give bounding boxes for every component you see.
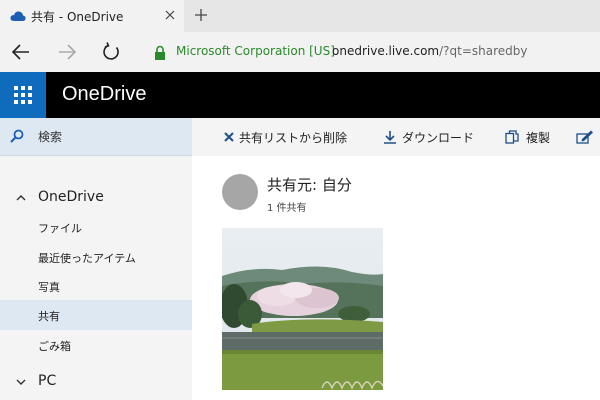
search-box[interactable]: 検索 <box>0 118 192 156</box>
sidebar-item-label: 共有 <box>38 310 60 323</box>
nav-section-pc[interactable]: PC <box>0 368 192 396</box>
download-label: ダウンロード <box>402 131 475 145</box>
nav-section-label: OneDrive <box>38 189 104 205</box>
app-launcher-button[interactable] <box>0 72 46 118</box>
browser-tab[interactable]: 共有 - OneDrive <box>0 0 184 32</box>
onedrive-cloud-icon <box>10 11 26 21</box>
download-icon <box>384 131 396 144</box>
waffle-icon <box>14 86 32 104</box>
forward-icon[interactable] <box>56 41 78 63</box>
refresh-icon[interactable] <box>100 41 122 63</box>
shared-photo-thumbnail[interactable] <box>222 228 383 390</box>
back-icon[interactable] <box>10 41 32 63</box>
search-label: 検索 <box>38 130 63 144</box>
tab-title: 共有 - OneDrive <box>31 10 124 24</box>
browser-tab-strip: 共有 - OneDrive <box>0 0 600 32</box>
search-icon <box>10 129 24 143</box>
sidebar-item-label: 写真 <box>38 281 60 294</box>
url-host: onedrive.live.com <box>332 44 440 58</box>
chevron-up-icon <box>16 195 26 201</box>
sidebar-item-recent[interactable]: 最近使ったアイテム <box>0 242 192 272</box>
url-field[interactable]: Microsoft Corporation [US] onedrive.live… <box>140 38 600 66</box>
command-bar: 共有リストから削除 ダウンロード 複製 <box>192 118 600 156</box>
copy-label: 複製 <box>526 131 551 145</box>
download-button[interactable]: ダウンロード <box>377 118 487 156</box>
address-bar: Microsoft Corporation [US] onedrive.live… <box>0 32 600 72</box>
copy-button[interactable]: 複製 <box>499 118 559 156</box>
shared-count: 1 件共有 <box>267 203 307 214</box>
main-content: 共有元: 自分 1 件共有 <box>192 156 600 400</box>
shared-by-heading: 共有元: 自分 <box>267 176 352 194</box>
sidebar-item-recycle-bin[interactable]: ごみ箱 <box>0 330 192 360</box>
sidebar-item-photos[interactable]: 写真 <box>0 271 192 301</box>
url-path: /?qt=sharedby <box>439 44 528 58</box>
avatar[interactable] <box>222 174 258 210</box>
nav-section-onedrive[interactable]: OneDrive <box>0 184 192 212</box>
sidebar-item-files[interactable]: ファイル <box>0 212 192 242</box>
url-text: onedrive.live.com/?qt=sharedby <box>332 44 528 58</box>
remove-label: 共有リストから削除 <box>239 131 348 145</box>
sidebar-item-label: ファイル <box>38 222 82 235</box>
edit-icon <box>576 130 593 144</box>
chevron-down-icon <box>16 379 26 385</box>
photo-image <box>222 228 383 390</box>
sidebar-item-shared[interactable]: 共有 <box>0 300 192 330</box>
new-tab-icon[interactable] <box>193 7 209 23</box>
close-icon <box>224 132 234 142</box>
lock-icon <box>155 45 165 60</box>
sidebar-item-label: 最近使ったアイテム <box>38 252 136 265</box>
close-tab-icon[interactable] <box>163 8 177 22</box>
copy-icon <box>505 130 519 144</box>
left-navigation: 検索 OneDrive ファイル 最近使ったアイテム 写真 共有 ごみ箱 PC <box>0 118 192 400</box>
remove-from-shared-button[interactable]: 共有リストから削除 <box>216 118 366 156</box>
sidebar-item-label: ごみ箱 <box>38 340 71 353</box>
edit-button[interactable] <box>572 118 600 156</box>
nav-section-label: PC <box>38 373 57 389</box>
certificate-name[interactable]: Microsoft Corporation [US] <box>176 44 335 58</box>
app-header: OneDrive <box>0 72 600 118</box>
app-title[interactable]: OneDrive <box>62 83 146 106</box>
